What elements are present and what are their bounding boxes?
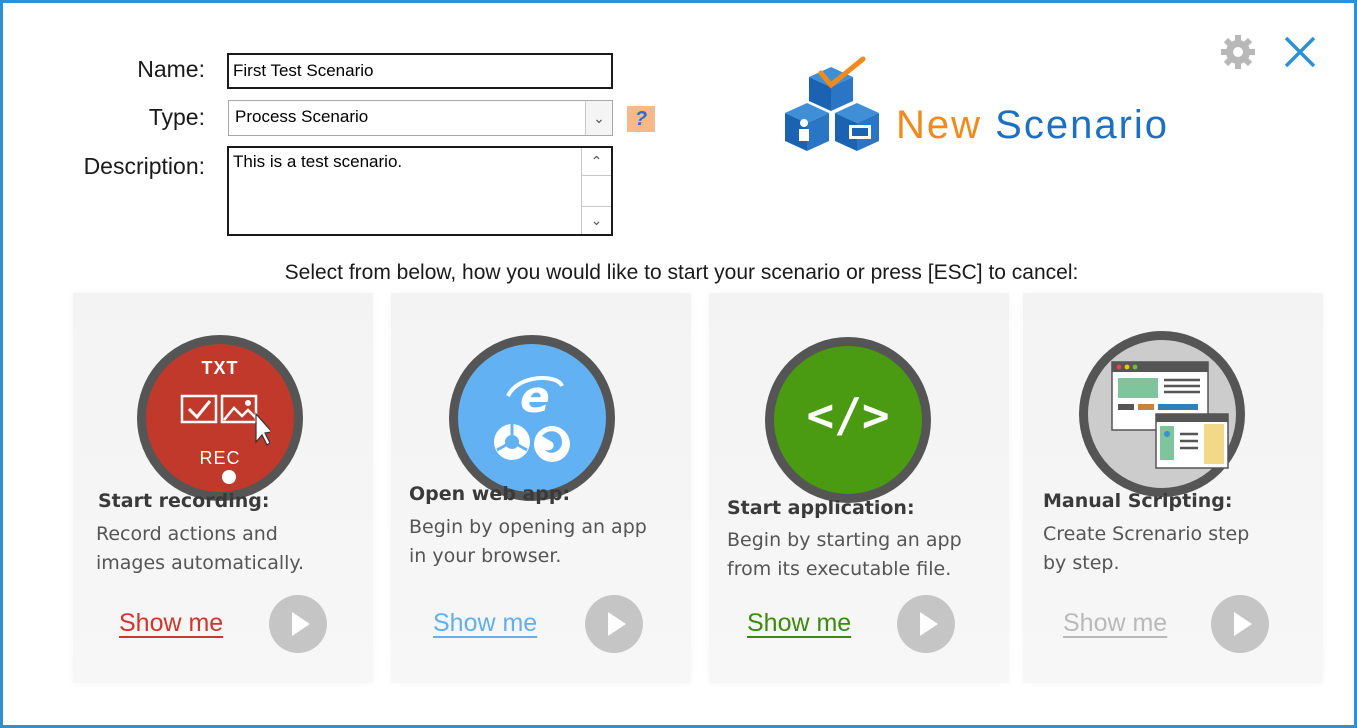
option-description: Create Screnario step by step. <box>1043 520 1313 578</box>
dialog-title-part2: Scenario <box>995 103 1170 147</box>
scroll-up-icon[interactable]: ⌃ <box>582 148 611 176</box>
code-icon: </> <box>765 337 931 503</box>
dialog-title-part1: New <box>896 103 983 147</box>
description-input[interactable]: This is a test scenario. ⌃ ⌄ <box>227 146 613 236</box>
option-card-manual-scripting[interactable]: Manual Scripting: Create Screnario step … <box>1023 293 1323 683</box>
option-title: Manual Scripting: <box>1043 490 1233 512</box>
option-title: Open web app: <box>409 483 571 505</box>
option-description-line2: images automatically. <box>96 552 304 574</box>
show-me-link[interactable]: Show me <box>119 609 223 638</box>
option-description-line1: Begin by opening an app <box>409 516 647 538</box>
dialog-title: New Scenario <box>896 103 1169 148</box>
option-title: Start recording: <box>98 490 270 512</box>
description-input-value: This is a test scenario. <box>233 152 403 171</box>
new-scenario-dialog: Name: First Test Scenario Type: Process … <box>0 0 1357 728</box>
show-me-link[interactable]: Show me <box>433 609 537 638</box>
record-icon-txt: TXT <box>201 358 239 378</box>
option-description-line2: in your browser. <box>409 545 562 567</box>
option-card-start-application[interactable]: </> Start application: Begin by starting… <box>709 293 1009 683</box>
type-select-value: Process Scenario <box>235 107 369 126</box>
record-dot-icon <box>222 470 236 484</box>
option-description: Begin by opening an app in your browser. <box>409 513 679 571</box>
option-card-start-recording[interactable]: TXT REC Start recording: Record actions … <box>73 293 373 683</box>
browser-logos-icon: e <box>494 372 570 462</box>
play-icon[interactable] <box>269 595 327 653</box>
close-icon[interactable] <box>1283 35 1317 69</box>
option-description-line1: Begin by starting an app <box>727 529 962 551</box>
name-input-value: First Test Scenario <box>233 61 374 80</box>
play-icon[interactable] <box>585 595 643 653</box>
instruction-text: Select from below, how you would like to… <box>284 261 1079 284</box>
help-button[interactable]: ? <box>627 106 655 132</box>
option-description: Begin by starting an app from its execut… <box>727 526 997 584</box>
show-me-link[interactable]: Show me <box>747 609 851 638</box>
chevron-down-icon[interactable]: ⌄ <box>585 101 612 135</box>
scroll-down-icon[interactable]: ⌄ <box>582 206 611 234</box>
app-windows-icon <box>1111 361 1229 469</box>
play-icon[interactable] <box>1211 595 1269 653</box>
scenario-logo-icon <box>785 56 879 151</box>
option-card-open-web-app[interactable]: e Open web app: Begin by opening an app … <box>391 293 691 683</box>
settings-gear-icon[interactable] <box>1219 33 1257 71</box>
option-title: Start application: <box>727 497 915 519</box>
option-description-line1: Record actions and <box>96 523 278 545</box>
name-input[interactable]: First Test Scenario <box>227 53 613 89</box>
type-select[interactable]: Process Scenario ⌄ <box>228 100 613 136</box>
option-description-line2: by step. <box>1043 552 1120 574</box>
option-description-line1: Create Screnario step <box>1043 523 1250 545</box>
play-icon[interactable] <box>897 595 955 653</box>
code-icon-glyph: </> <box>806 388 890 442</box>
checkbox-image-icon <box>180 394 270 446</box>
browsers-icon: e <box>449 335 615 501</box>
type-label: Type: <box>148 104 205 130</box>
record-icon: TXT REC <box>137 335 303 501</box>
description-scrollbar[interactable]: ⌃ ⌄ <box>581 148 611 234</box>
record-icon-rec: REC <box>199 448 241 468</box>
option-description: Record actions and images automatically. <box>96 520 366 578</box>
show-me-link[interactable]: Show me <box>1063 609 1167 638</box>
name-label: Name: <box>137 56 205 82</box>
option-description-line2: from its executable file. <box>727 558 952 580</box>
description-label: Description: <box>83 153 205 179</box>
windows-icon <box>1079 331 1245 497</box>
